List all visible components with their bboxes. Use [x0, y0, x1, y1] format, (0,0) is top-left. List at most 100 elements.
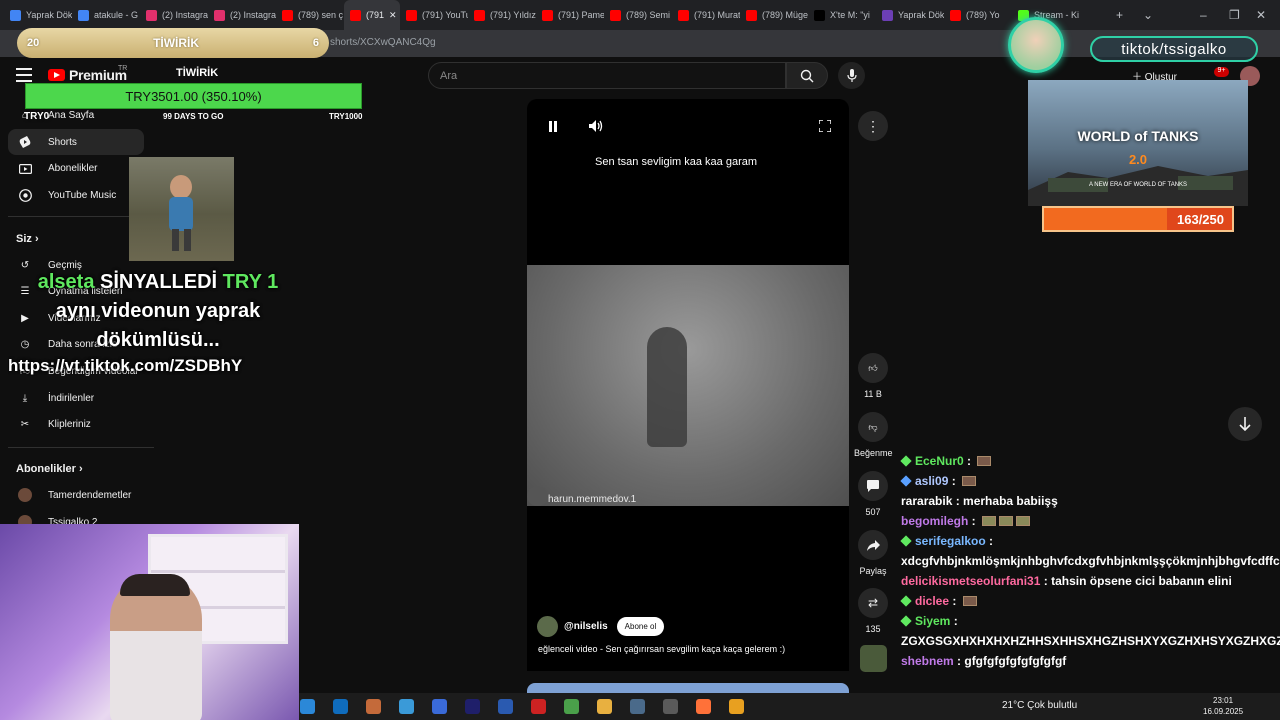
sidebar-section-subscriptions[interactable]: Abonelikler ›	[16, 463, 83, 475]
browser-tab[interactable]: (791 ✕	[344, 0, 400, 30]
next-short-preview[interactable]	[527, 683, 849, 693]
goal-left-number: 20	[27, 37, 40, 49]
browser-tab[interactable]: Yaprak Dök	[876, 0, 944, 30]
taskbar-app-icon[interactable]	[366, 699, 381, 714]
sidebar-item-youtube-music[interactable]: YouTube Music	[8, 182, 144, 208]
close-window-button[interactable]: ✕	[1256, 0, 1266, 30]
channel-avatar[interactable]	[537, 616, 558, 637]
taskbar-app-icon[interactable]	[300, 699, 315, 714]
sidebar-section-you[interactable]: Siz ›	[16, 233, 39, 245]
video-caption: Sen tsan sevligim kaa kaa garam	[594, 156, 758, 168]
browser-tab[interactable]: (791) Yıldız	[468, 0, 536, 30]
chat-username[interactable]: diclee	[915, 594, 949, 608]
new-tab-button[interactable]: +	[1116, 0, 1123, 30]
channel-row: @nilselis Abone ol	[537, 616, 665, 637]
search-button[interactable]	[786, 62, 828, 89]
taskbar-app-icon[interactable]	[564, 699, 579, 714]
sound-thumbnail[interactable]	[860, 645, 887, 672]
taskbar-app-icon[interactable]	[696, 699, 711, 714]
dislike-action[interactable]: 👎︎ Beğenme	[854, 412, 893, 458]
next-video-button[interactable]	[1228, 407, 1262, 441]
browser-tab[interactable]: (791) Murat	[672, 0, 740, 30]
tab-label: (789) sen ç	[298, 10, 344, 20]
browser-tab[interactable]: atakule - G	[72, 0, 140, 30]
browser-tab[interactable]: (2) Instagra	[140, 0, 208, 30]
remix-icon: ⇄	[867, 596, 879, 610]
taskbar-app-icon[interactable]	[333, 699, 348, 714]
chat-emote-icon	[1016, 516, 1031, 526]
chat-username[interactable]: serifegalkoo	[915, 534, 986, 548]
youtube-logo[interactable]: Premium	[48, 67, 127, 83]
browser-tab[interactable]: (791) YouTu	[400, 0, 468, 30]
taskbar-app-icon[interactable]	[531, 699, 546, 714]
browser-tab[interactable]: (791) Pame	[536, 0, 604, 30]
browser-tab[interactable]: (789) Müge	[740, 0, 808, 30]
tab-search-icon[interactable]: ⌄	[1143, 0, 1153, 30]
donation-alert-text: alseta SİNYALLEDİ TRY 1 aynı videonun ya…	[8, 268, 308, 355]
tab-close-icon[interactable]: ✕	[389, 10, 397, 21]
more-options-button[interactable]: ⋮	[858, 111, 888, 141]
weather-widget[interactable]: 21°C Çok bulutlu	[1002, 700, 1077, 711]
sidebar-item-shorts[interactable]: Shorts	[8, 129, 144, 155]
chat-username[interactable]: begomilegh	[901, 514, 968, 528]
browser-tab[interactable]: X'te M: "yi	[808, 0, 876, 30]
stream-goal-pill: 20 TİWİRİK 6	[17, 28, 329, 58]
like-action[interactable]: 👍︎ 11 B	[854, 353, 892, 399]
search-input[interactable]: Ara	[428, 62, 786, 89]
share-action[interactable]: Paylaş	[854, 530, 892, 576]
fullscreen-button[interactable]	[815, 116, 835, 136]
chat-username[interactable]: EceNur0	[915, 454, 964, 468]
chat-username[interactable]: delicikismetseolurfani31	[901, 574, 1040, 588]
taskbar-app-icon[interactable]	[432, 699, 447, 714]
video-frame[interactable]	[527, 265, 849, 506]
taskbar-app-icon[interactable]	[729, 699, 744, 714]
sidebar-item-subscriptions[interactable]: Abonelikler	[8, 155, 144, 181]
subscribe-button[interactable]: Abone ol	[616, 617, 665, 636]
channel-avatar	[18, 488, 32, 502]
remix-action[interactable]: ⇄ 135	[854, 588, 892, 634]
chat-username[interactable]: rararabik	[901, 494, 952, 508]
comment-icon	[867, 480, 879, 492]
video-description[interactable]: eğlenceli video - Sen çağırırsan sevgili…	[538, 644, 785, 654]
browser-tab[interactable]: (789) Yo	[944, 0, 1012, 30]
tab-favicon-icon	[814, 9, 825, 21]
remix-button[interactable]: ⇄	[858, 588, 888, 618]
taskbar-app-icon[interactable]	[465, 699, 480, 714]
voice-search-button[interactable]	[838, 62, 865, 89]
taskbar-app-icon[interactable]	[399, 699, 414, 714]
taskbar-app-icon[interactable]	[498, 699, 513, 714]
tab-label: X'te M: "yi	[830, 10, 870, 20]
chat-username[interactable]: shebnem	[901, 654, 954, 668]
comments-button[interactable]	[858, 471, 888, 501]
taskbar-app-icon[interactable]	[597, 699, 612, 714]
browser-tab[interactable]: (789) Semi	[604, 0, 672, 30]
taskbar-app-icon[interactable]	[663, 699, 678, 714]
notification-count-badge[interactable]: 9+	[1214, 67, 1229, 77]
chat-emote-icon	[982, 516, 997, 526]
subscriber-goal-text: 163/250	[1177, 212, 1224, 227]
menu-icon[interactable]	[16, 68, 32, 82]
browser-tab[interactable]: (2) Instagra	[208, 0, 276, 30]
sidebar-item-you[interactable]: ✂ Klipleriniz	[8, 412, 144, 438]
sidebar-item-channel[interactable]: Tamerdendemetler	[8, 482, 144, 508]
sidebar-item-you[interactable]: ⤓ İndirilenler	[8, 385, 144, 411]
minimize-button[interactable]: –	[1200, 0, 1207, 30]
chat-username[interactable]: Siyem	[915, 614, 950, 628]
alert-message-line: aynı videonun yaprak	[55, 300, 261, 322]
browser-tab[interactable]: (789) sen ç	[276, 0, 344, 30]
pause-button[interactable]	[543, 116, 563, 136]
comments-action[interactable]: 507	[854, 471, 892, 517]
share-button[interactable]	[858, 530, 888, 560]
browser-tab[interactable]: Yaprak Dök	[4, 0, 72, 30]
volume-button[interactable]	[586, 116, 606, 136]
like-button[interactable]: 👍︎	[858, 353, 888, 383]
taskbar-app-icon[interactable]	[630, 699, 645, 714]
system-clock[interactable]: 23:01 16.09.2025	[1203, 695, 1243, 717]
maximize-button[interactable]: ❐	[1229, 0, 1240, 30]
channel-name[interactable]: @nilselis	[564, 621, 608, 632]
chat-emote-icon	[962, 596, 977, 606]
url-text[interactable]: shorts/XCXwQANC4Qg	[330, 37, 436, 48]
dislike-button[interactable]: 👎︎	[858, 412, 888, 442]
sidebar-item-label: İndirilenler	[48, 392, 95, 404]
chat-username[interactable]: asli09	[915, 474, 948, 488]
